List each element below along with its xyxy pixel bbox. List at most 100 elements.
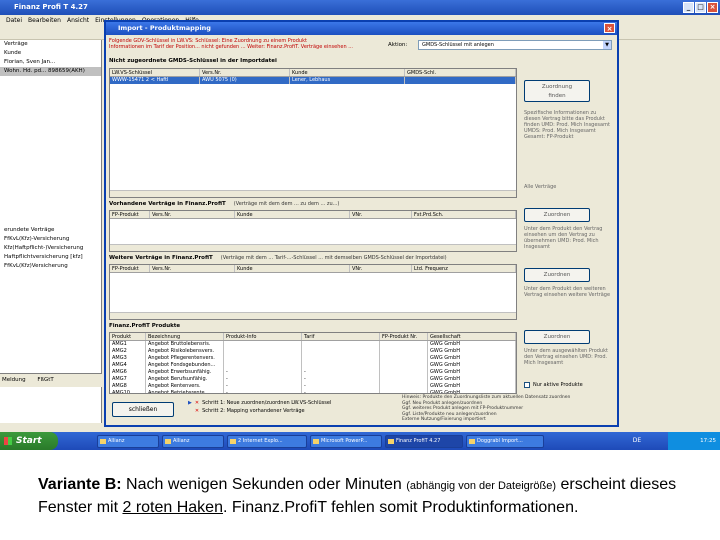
app-titlebar: Finanz Profi T 4.27 _ □ ×	[0, 0, 720, 15]
tree-item[interactable]: Kfz(Haftpflicht-)Versicherung	[0, 244, 101, 253]
table-cell	[224, 348, 302, 355]
table-row[interactable]: AMG8 Angebot Rentenvers. - - GWG GmbH	[110, 383, 516, 390]
app-icon	[469, 438, 475, 444]
table-cell: GWG GmbH	[428, 348, 516, 355]
table-cell	[224, 355, 302, 362]
col-header[interactable]: Gesellschaft	[428, 333, 516, 340]
col-header[interactable]: Produkt	[110, 333, 146, 340]
col-header[interactable]: VNr.	[350, 265, 412, 272]
windows-logo-icon	[4, 437, 12, 445]
aktion-value: GMDS-Schlüssel mit anlegen	[422, 42, 494, 48]
taskbar-item[interactable]: Allianz	[162, 434, 224, 448]
tree-item-selected[interactable]: Wohn. Hd. pd... 898659(AKH)	[0, 67, 101, 76]
start-button[interactable]: Start	[0, 432, 58, 450]
menu-datei[interactable]: Datei	[6, 15, 22, 26]
col-header[interactable]: Kunde	[235, 211, 350, 218]
active-products-checkbox-row[interactable]: Nur aktive Produkte	[524, 382, 583, 388]
col-header[interactable]: Vers.Nr.	[150, 265, 235, 272]
table-cell: -	[302, 369, 380, 376]
table-cell: -	[302, 390, 380, 393]
table-row[interactable]: AMG4 Angebot Fondsgebunden... GWG GmbH	[110, 362, 516, 369]
horizontal-scrollbar[interactable]	[110, 190, 516, 197]
table-row[interactable]: AMG3 Angebot Pflegerentenvers. GWG GmbH	[110, 355, 516, 362]
col-header[interactable]: Kunde	[290, 69, 405, 76]
col-header[interactable]: GMDS-Schl.	[405, 69, 516, 76]
col-header[interactable]: Ltd. Frequenz	[412, 265, 516, 272]
existing-contracts-grid[interactable]: FP-Produkt Vers.Nr. Kunde VNr. Fst.Prd.S…	[109, 210, 517, 252]
taskbar-item[interactable]: Microsoft PowerP...	[310, 434, 382, 448]
further-contracts-grid[interactable]: FP-Produkt Vers.Nr. Kunde VNr. Ltd. Freq…	[109, 264, 517, 320]
section-unassigned-label: Nicht zugeordnete GMDS-Schlüssel in der …	[109, 58, 277, 64]
taskbar-item-active[interactable]: Finanz ProfiT 4.27	[385, 434, 463, 448]
tree-item[interactable]: Florian, Sven Jan...	[0, 58, 101, 67]
meldung-tab[interactable]: Meldung	[2, 377, 26, 383]
aktion-select[interactable]: GMDS-Schlüssel mit anlegen ▼	[418, 40, 612, 50]
table-cell: Angebot Betriebsrente	[146, 390, 224, 393]
chevron-down-icon[interactable]: ▼	[603, 41, 611, 49]
assign-button-3[interactable]: Zuordnen	[524, 330, 590, 344]
col-header[interactable]: LW.VS-Schlüssel	[110, 69, 200, 76]
close-button[interactable]: ×	[707, 2, 718, 13]
tree-item[interactable]: FfKvL(Kfz)Versicherung	[0, 262, 101, 271]
col-header[interactable]: Kunde	[235, 265, 350, 272]
tree-item[interactable]: Haftpflichtversicherung [kfz]	[0, 253, 101, 262]
find-mapping-button[interactable]: Zuordnung finden	[524, 80, 590, 102]
table-cell: GWG GmbH	[428, 369, 516, 376]
active-products-checkbox[interactable]	[524, 382, 530, 388]
col-header[interactable]: Bezeichnung	[146, 333, 224, 340]
col-header[interactable]: Fst.Prd.Sch.	[412, 211, 516, 218]
caption-emphasis: 2 roten Haken	[122, 499, 223, 516]
table-cell	[380, 376, 428, 383]
table-cell	[380, 383, 428, 390]
col-header[interactable]: Produkt-Info	[224, 333, 302, 340]
taskbar-item[interactable]: Allianz	[97, 434, 159, 448]
table-row[interactable]: AMG7 Angebot Berufsunfähig. - - GWG GmbH	[110, 376, 516, 383]
assign-button-2[interactable]: Zuordnen	[524, 268, 590, 282]
table-row[interactable]: WWW-15471 2 < Haftl AWU 5075 (0) Lener, …	[110, 77, 516, 84]
col-header[interactable]: VNr.	[350, 211, 412, 218]
products-grid[interactable]: Produkt Bezeichnung Produkt-Info Tarif F…	[109, 332, 517, 394]
menu-bearbeiten[interactable]: Bearbeiten	[28, 15, 61, 26]
col-header[interactable]: Vers.Nr.	[200, 69, 290, 76]
col-header[interactable]: FP-Produkt	[110, 211, 150, 218]
maximize-button[interactable]: □	[695, 2, 706, 13]
table-cell: AMG10	[110, 390, 146, 393]
schliessen-button[interactable]: schließen	[112, 402, 174, 417]
app-title: Finanz Profi T 4.27	[14, 3, 88, 11]
tree-item[interactable]: Kunde	[0, 49, 101, 58]
table-cell: AMG4	[110, 362, 146, 369]
section-further-label: Weitere Verträge in Finanz.ProfiT (Verträ…	[109, 255, 447, 261]
assign-button-1[interactable]: Zuordnen	[524, 208, 590, 222]
table-cell: Angebot Erwerbsunfähig.	[146, 369, 224, 376]
dialog-close-button[interactable]: ×	[604, 23, 615, 33]
checkbox-label: Nur aktive Produkte	[533, 382, 583, 388]
side-hint: Spezifische Informationen zu diesen Vert…	[524, 110, 610, 140]
fsgt-tab[interactable]: FßGtT	[37, 377, 53, 383]
info-text: Folgende GDV-Schlüssel in LW.VS: Schlüss…	[109, 38, 379, 50]
col-header[interactable]: FP-Produkt	[110, 265, 150, 272]
taskbar-item[interactable]: Doggrabl Import...	[466, 434, 544, 448]
table-cell	[302, 355, 380, 362]
horizontal-scrollbar[interactable]	[110, 312, 516, 319]
horizontal-scrollbar[interactable]	[110, 244, 516, 251]
table-row[interactable]: AMG6 Angebot Erwerbsunfähig. - - GWG GmbH	[110, 369, 516, 376]
table-row[interactable]: AMG1 Angebot Bruttolebensris. GWG GmbH	[110, 341, 516, 348]
col-header[interactable]: Vers.Nr.	[150, 211, 235, 218]
products-body: AMG1 Angebot Bruttolebensris. GWG GmbH AMG2…	[110, 341, 516, 393]
table-row[interactable]: AMG2 Angebot Risikolebensvers. GWG GmbH	[110, 348, 516, 355]
col-header[interactable]: Tarif	[302, 333, 380, 340]
menu-ansicht[interactable]: Ansicht	[67, 15, 89, 26]
window-controls: _ □ ×	[683, 2, 718, 13]
info-line: Informationen im Tarif der Position... n…	[109, 44, 353, 50]
minimize-button[interactable]: _	[683, 2, 694, 13]
language-indicator[interactable]: DE	[630, 432, 644, 450]
taskbar-item[interactable]: 2 Internet Explo...	[227, 434, 307, 448]
table-row[interactable]: AMG10 Angebot Betriebsrente - - GWG GmbH	[110, 390, 516, 393]
step-row: ▶✕Schritt 2: Mapping vorhandener Verträg…	[194, 408, 305, 414]
section-products-label: Finanz.ProfiT Produkte	[109, 323, 181, 329]
tree-item[interactable]: Verträge	[0, 40, 101, 49]
tree-item[interactable]: FfKvL(Kfz)-Versicherung	[0, 235, 101, 244]
unassigned-grid[interactable]: LW.VS-Schlüssel Vers.Nr. Kunde GMDS-Schl…	[109, 68, 517, 198]
table-cell	[224, 341, 302, 348]
col-header[interactable]: FP-Produkt Nr.	[380, 333, 428, 340]
